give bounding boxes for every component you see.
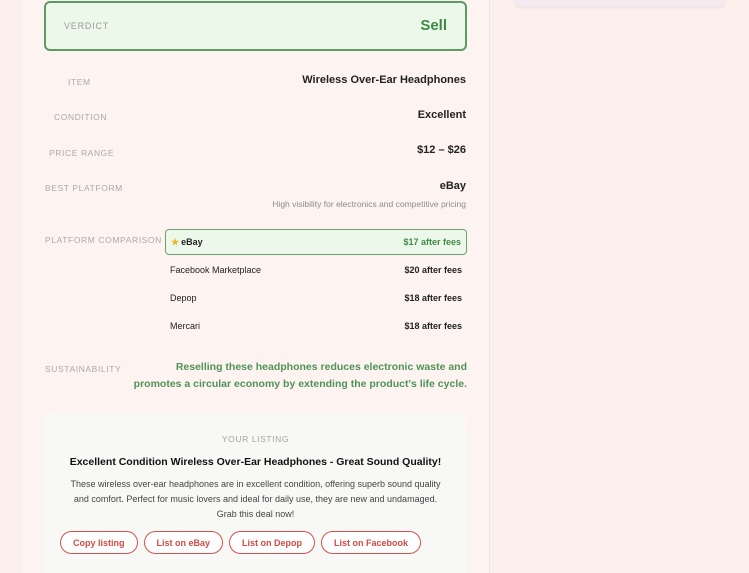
listing-label: YOUR LISTING	[221, 434, 290, 444]
sustainability-text: Reselling these headphones reduces elect…	[133, 361, 467, 390]
platform-price: $20 after fees	[404, 265, 462, 275]
best-platform-note: High visibility for electronics and comp…	[272, 199, 466, 209]
platform-name: Facebook Marketplace	[170, 265, 262, 275]
listing-title: Excellent Condition Wireless Over-Ear He…	[69, 456, 442, 468]
price-range-label: PRICE RANGE	[49, 148, 115, 158]
item-label: ITEM	[68, 77, 91, 87]
verdict-label: VERDICT	[64, 21, 110, 31]
list-on-ebay-button[interactable]: List on eBay	[143, 531, 224, 554]
listing-body: These wireless over-ear headphones are i…	[70, 479, 441, 519]
platform-name: eBay	[181, 237, 203, 247]
condition-value: Excellent	[417, 109, 466, 121]
platform-row-facebook: Facebook Marketplace $20 after fees	[165, 257, 467, 283]
platform-row-ebay: ★ eBay $17 after fees	[165, 229, 467, 255]
best-platform-label: BEST PLATFORM	[45, 183, 123, 193]
platform-comparison-label: PLATFORM COMPARISON	[45, 235, 162, 245]
star-icon: ★	[171, 237, 180, 247]
platform-price: $17 after fees	[403, 237, 461, 247]
platform-row-mercari: Mercari $18 after fees	[165, 313, 467, 339]
platform-name: Mercari	[170, 321, 201, 331]
side-card	[515, 0, 725, 6]
platform-price: $18 after fees	[404, 321, 462, 331]
list-on-depop-button[interactable]: List on Depop	[229, 531, 316, 554]
platform-name: Depop	[170, 293, 197, 303]
platform-row-depop: Depop $18 after fees	[165, 285, 467, 311]
best-platform-value: eBay	[439, 180, 466, 192]
listing-actions: Copy listing List on eBay List on Depop …	[60, 531, 422, 554]
copy-listing-button[interactable]: Copy listing	[60, 531, 138, 554]
condition-label: CONDITION	[54, 112, 108, 122]
list-on-facebook-button[interactable]: List on Facebook	[321, 531, 422, 554]
item-value: Wireless Over-Ear Headphones	[302, 74, 466, 86]
listing-card: YOUR LISTING Excellent Condition Wireles…	[44, 414, 467, 573]
verdict-box: VERDICT Sell	[44, 1, 467, 51]
verdict-value: Sell	[420, 17, 447, 34]
platform-price: $18 after fees	[404, 293, 462, 303]
sustainability-label: SUSTAINABILITY	[45, 364, 122, 374]
price-range-value: $12 – $26	[417, 144, 466, 156]
